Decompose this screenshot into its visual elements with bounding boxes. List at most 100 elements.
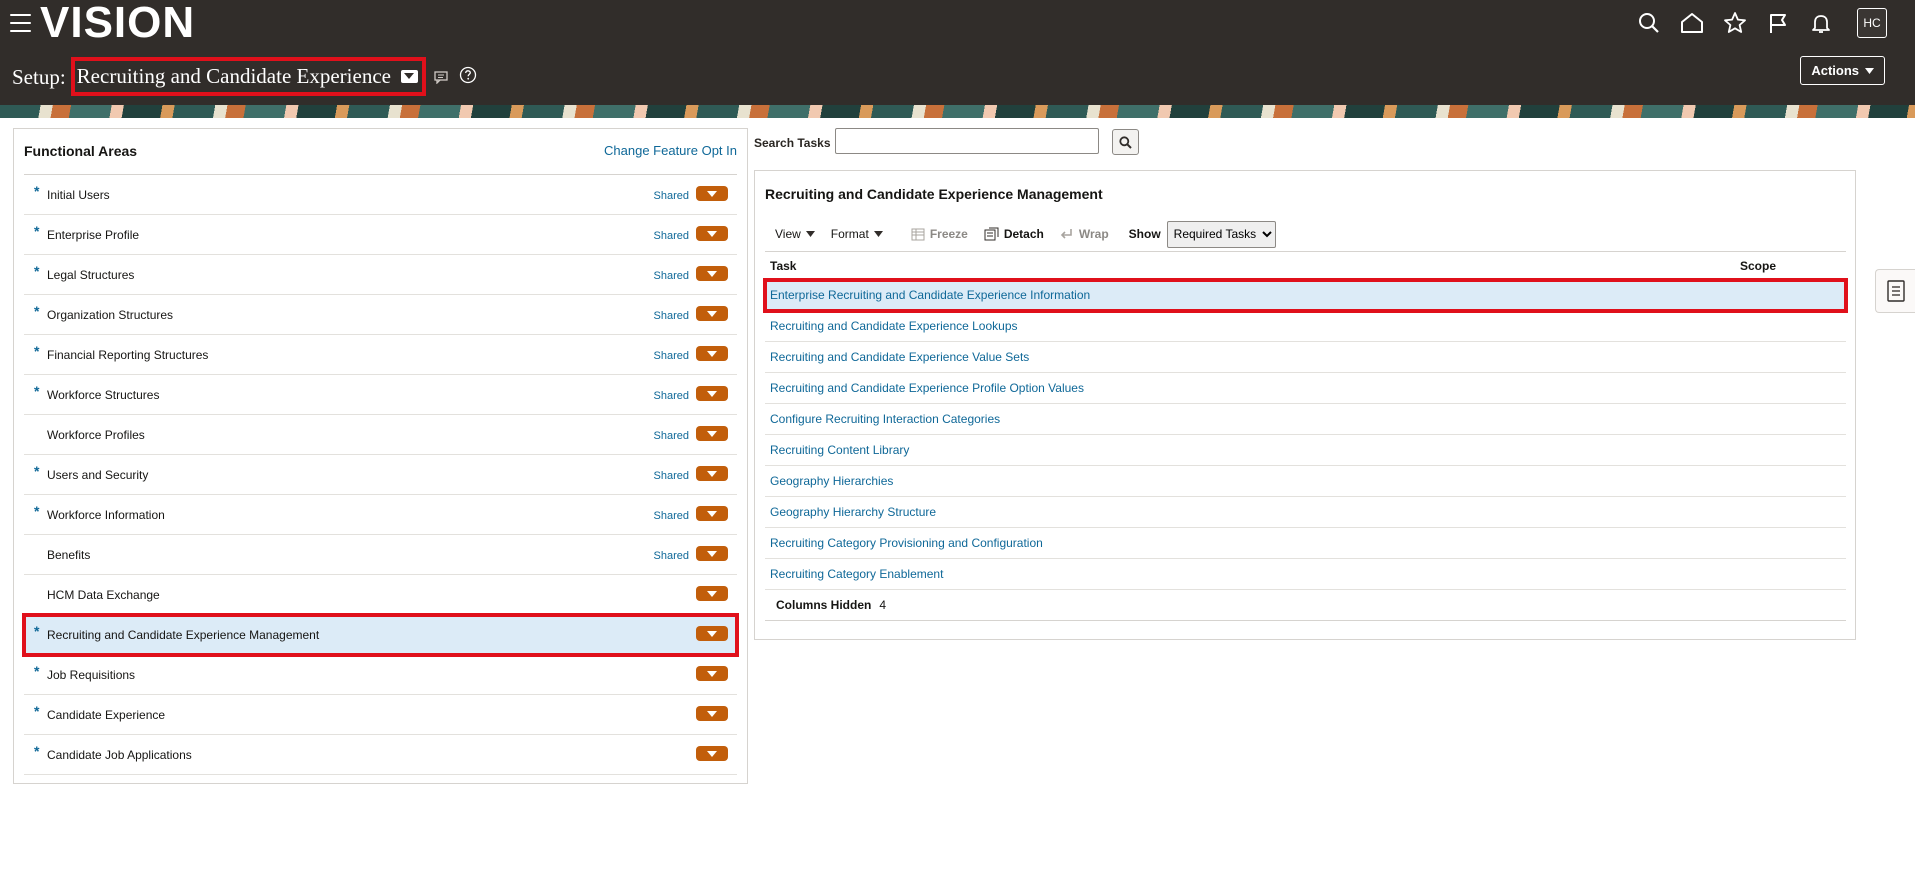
- task-row[interactable]: Recruiting Content Library: [765, 435, 1846, 466]
- shared-link[interactable]: Shared: [654, 510, 689, 522]
- task-link[interactable]: Recruiting and Candidate Experience Look…: [770, 319, 1018, 333]
- row-actions-dropdown-icon[interactable]: [696, 306, 728, 321]
- detach-button[interactable]: Detach: [984, 227, 1044, 241]
- wrap-button[interactable]: Wrap: [1060, 227, 1109, 241]
- row-actions-dropdown-icon[interactable]: [696, 746, 728, 761]
- functional-area-label[interactable]: Organization Structures: [47, 308, 173, 322]
- shared-link[interactable]: Shared: [654, 310, 689, 322]
- functional-area-row[interactable]: * Financial Reporting Structures Shared: [24, 335, 737, 375]
- functional-area-label[interactable]: Candidate Job Applications: [47, 748, 192, 762]
- row-actions-dropdown-icon[interactable]: [696, 186, 728, 201]
- row-actions-dropdown-icon[interactable]: [696, 426, 728, 441]
- task-row[interactable]: Configure Recruiting Interaction Categor…: [765, 404, 1846, 435]
- search-tasks-button[interactable]: [1112, 129, 1139, 155]
- task-link[interactable]: Configure Recruiting Interaction Categor…: [770, 412, 1000, 426]
- shared-link[interactable]: Shared: [654, 230, 689, 242]
- functional-area-row[interactable]: * Candidate Job Applications: [24, 735, 737, 775]
- functional-area-row[interactable]: * Legal Structures Shared: [24, 255, 737, 295]
- row-actions-dropdown-icon[interactable]: [696, 386, 728, 401]
- search-icon[interactable]: [1636, 10, 1662, 36]
- functional-area-label[interactable]: Initial Users: [47, 188, 110, 202]
- shared-link[interactable]: Shared: [654, 430, 689, 442]
- functional-area-label[interactable]: Enterprise Profile: [47, 228, 139, 242]
- row-actions-dropdown-icon[interactable]: [696, 586, 728, 601]
- freeze-button[interactable]: Freeze: [911, 227, 968, 241]
- functional-area-row[interactable]: * Job Requisitions: [24, 655, 737, 695]
- row-actions-dropdown-icon[interactable]: [696, 546, 728, 561]
- row-actions-dropdown-icon[interactable]: [696, 666, 728, 681]
- help-icon[interactable]: [459, 65, 477, 90]
- functional-area-label[interactable]: Financial Reporting Structures: [47, 348, 208, 362]
- task-link[interactable]: Recruiting Category Provisioning and Con…: [770, 536, 1043, 550]
- column-header-task[interactable]: Task: [770, 259, 796, 273]
- functional-area-row[interactable]: * Workforce Information Shared: [24, 495, 737, 535]
- functional-area-row[interactable]: * Users and Security Shared: [24, 455, 737, 495]
- favorites-star-icon[interactable]: [1722, 10, 1748, 36]
- shared-link[interactable]: Shared: [654, 550, 689, 562]
- functional-area-row[interactable]: * Enterprise Profile Shared: [24, 215, 737, 255]
- row-actions-dropdown-icon[interactable]: [696, 706, 728, 721]
- flag-icon[interactable]: [1765, 10, 1791, 36]
- task-link[interactable]: Geography Hierarchies: [770, 474, 893, 488]
- functional-area-label[interactable]: Candidate Experience: [47, 708, 165, 722]
- row-actions-dropdown-icon[interactable]: [696, 466, 728, 481]
- row-actions-dropdown-icon[interactable]: [696, 346, 728, 361]
- functional-area-row[interactable]: HCM Data Exchange: [24, 575, 737, 615]
- functional-area-row[interactable]: * Initial Users Shared: [24, 175, 737, 215]
- shared-link[interactable]: Shared: [654, 190, 689, 202]
- functional-area-row[interactable]: * Recruiting and Candidate Experience Man…: [22, 613, 739, 657]
- side-panel-toggle[interactable]: [1875, 269, 1915, 313]
- task-link[interactable]: Recruiting and Candidate Experience Valu…: [770, 350, 1029, 364]
- functional-area-label[interactable]: Workforce Information: [47, 508, 165, 522]
- task-row[interactable]: Recruiting and Candidate Experience Look…: [765, 311, 1846, 342]
- task-link[interactable]: Recruiting Category Enablement: [770, 567, 943, 581]
- vision-logo[interactable]: VISION: [40, 0, 195, 48]
- functional-area-row[interactable]: * Organization Structures Shared: [24, 295, 737, 335]
- functional-area-label[interactable]: Workforce Structures: [47, 388, 159, 402]
- task-row[interactable]: Recruiting Category Provisioning and Con…: [765, 528, 1846, 559]
- functional-area-label[interactable]: Recruiting and Candidate Experience Mana…: [47, 628, 319, 642]
- notifications-bell-icon[interactable]: [1808, 10, 1834, 36]
- actions-menu-button[interactable]: Actions: [1800, 56, 1885, 85]
- column-header-scope[interactable]: Scope: [1740, 259, 1776, 273]
- change-feature-opt-in-link[interactable]: Change Feature Opt In: [604, 143, 737, 158]
- view-menu[interactable]: View: [775, 227, 815, 241]
- shared-link[interactable]: Shared: [654, 390, 689, 402]
- functional-area-row[interactable]: Workforce Profiles Shared: [24, 415, 737, 455]
- row-actions-dropdown-icon[interactable]: [696, 226, 728, 241]
- task-row[interactable]: Recruiting and Candidate Experience Prof…: [765, 373, 1846, 404]
- functional-area-row[interactable]: * Workforce Structures Shared: [24, 375, 737, 415]
- functional-area-row[interactable]: Benefits Shared: [24, 535, 737, 575]
- task-row[interactable]: Geography Hierarchy Structure: [765, 497, 1846, 528]
- task-link[interactable]: Enterprise Recruiting and Candidate Expe…: [770, 288, 1090, 302]
- format-menu[interactable]: Format: [831, 227, 883, 241]
- shared-link[interactable]: Shared: [654, 470, 689, 482]
- functional-area-label[interactable]: Workforce Profiles: [47, 428, 145, 442]
- functional-area-label[interactable]: Job Requisitions: [47, 668, 135, 682]
- user-avatar[interactable]: HC: [1857, 8, 1887, 38]
- shared-link[interactable]: Shared: [654, 350, 689, 362]
- navigator-menu-icon[interactable]: [10, 14, 31, 32]
- home-icon[interactable]: [1679, 10, 1705, 36]
- task-link[interactable]: Recruiting and Candidate Experience Prof…: [770, 381, 1084, 395]
- task-row[interactable]: Enterprise Recruiting and Candidate Expe…: [763, 278, 1848, 313]
- row-actions-dropdown-icon[interactable]: [696, 506, 728, 521]
- feedback-icon[interactable]: [434, 65, 450, 90]
- row-actions-dropdown-icon[interactable]: [696, 266, 728, 281]
- row-actions-dropdown-icon[interactable]: [696, 626, 728, 641]
- offering-dropdown-icon[interactable]: [400, 69, 418, 83]
- task-row[interactable]: Recruiting Category Enablement: [765, 559, 1846, 590]
- task-link[interactable]: Recruiting Content Library: [770, 443, 909, 457]
- functional-area-label[interactable]: Benefits: [47, 548, 90, 562]
- functional-area-label[interactable]: HCM Data Exchange: [47, 588, 160, 602]
- task-row[interactable]: Recruiting and Candidate Experience Valu…: [765, 342, 1846, 373]
- functional-area-label[interactable]: Users and Security: [47, 468, 148, 482]
- offering-selector[interactable]: Recruiting and Candidate Experience: [70, 57, 426, 96]
- functional-area-row[interactable]: * Candidate Experience: [24, 695, 737, 735]
- task-link[interactable]: Geography Hierarchy Structure: [770, 505, 936, 519]
- functional-area-label[interactable]: Legal Structures: [47, 268, 134, 282]
- shared-link[interactable]: Shared: [654, 270, 689, 282]
- show-tasks-select[interactable]: Required Tasks: [1166, 220, 1276, 248]
- task-row[interactable]: Geography Hierarchies: [765, 466, 1846, 497]
- search-tasks-input[interactable]: [835, 128, 1099, 154]
